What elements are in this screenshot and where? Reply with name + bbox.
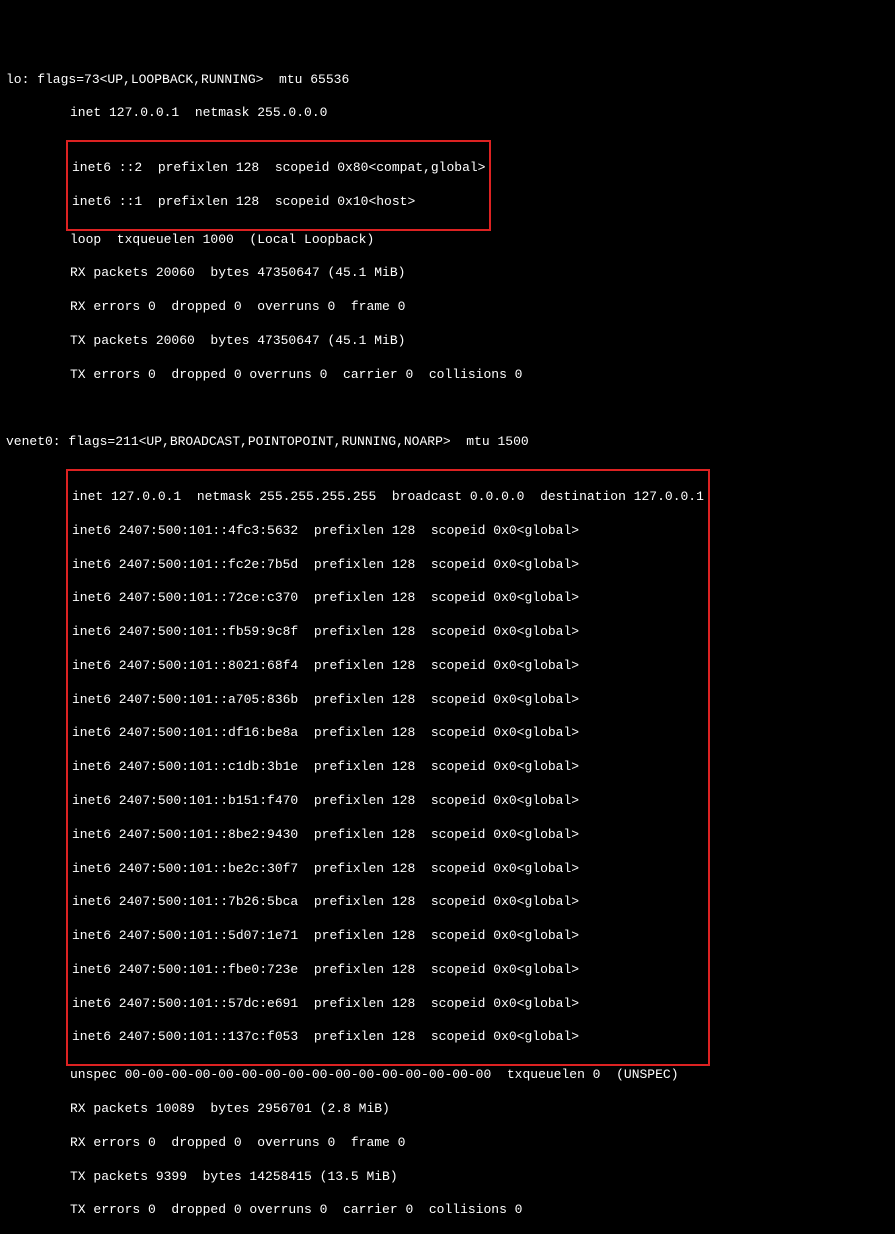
venet0-inet6-line: inet6 2407:500:101::fc2e:7b5d prefixlen … [72, 557, 704, 574]
lo-tx-errors: TX errors 0 dropped 0 overruns 0 carrier… [6, 367, 889, 384]
venet0-inet6-line: inet6 2407:500:101::4fc3:5632 prefixlen … [72, 523, 704, 540]
venet0-inet6-line: inet6 2407:500:101::8be2:9430 prefixlen … [72, 827, 704, 844]
venet0-highlight: inet 127.0.0.1 netmask 255.255.255.255 b… [66, 469, 710, 1066]
venet0-inet6-line: inet6 2407:500:101::8021:68f4 prefixlen … [72, 658, 704, 675]
lo-rx-errors: RX errors 0 dropped 0 overruns 0 frame 0 [6, 299, 889, 316]
lo-header: lo: flags=73<UP,LOOPBACK,RUNNING> mtu 65… [6, 72, 889, 89]
venet0-inet6-line: inet6 2407:500:101::5d07:1e71 prefixlen … [72, 928, 704, 945]
venet0-inet6-line: inet6 2407:500:101::be2c:30f7 prefixlen … [72, 861, 704, 878]
venet0-header: venet0: flags=211<UP,BROADCAST,POINTOPOI… [6, 434, 889, 451]
venet0-inet6-line: inet6 2407:500:101::137c:f053 prefixlen … [72, 1029, 704, 1046]
venet0-inet6-line: inet6 2407:500:101::72ce:c370 prefixlen … [72, 590, 704, 607]
venet0-tx-errors: TX errors 0 dropped 0 overruns 0 carrier… [6, 1202, 889, 1219]
venet0-inet6-line: inet6 2407:500:101::c1db:3b1e prefixlen … [72, 759, 704, 776]
lo-inet6-line: inet6 ::2 prefixlen 128 scopeid 0x80<com… [72, 160, 485, 177]
venet0-inet6-line: inet6 2407:500:101::7b26:5bca prefixlen … [72, 894, 704, 911]
venet0-inet6-line: inet6 2407:500:101::df16:be8a prefixlen … [72, 725, 704, 742]
lo-rx-packets: RX packets 20060 bytes 47350647 (45.1 Mi… [6, 265, 889, 282]
venet0-rx-errors: RX errors 0 dropped 0 overruns 0 frame 0 [6, 1135, 889, 1152]
venet0-unspec: unspec 00-00-00-00-00-00-00-00-00-00-00-… [6, 1067, 889, 1084]
lo-inet6-line: inet6 ::1 prefixlen 128 scopeid 0x10<hos… [72, 194, 485, 211]
lo-inet: inet 127.0.0.1 netmask 255.0.0.0 [6, 105, 889, 122]
venet0-inet6-line: inet6 2407:500:101::fb59:9c8f prefixlen … [72, 624, 704, 641]
venet0-rx-packets: RX packets 10089 bytes 2956701 (2.8 MiB) [6, 1101, 889, 1118]
venet0-inet6-line: inet6 2407:500:101::b151:f470 prefixlen … [72, 793, 704, 810]
venet0-tx-packets: TX packets 9399 bytes 14258415 (13.5 MiB… [6, 1169, 889, 1186]
lo-tx-packets: TX packets 20060 bytes 47350647 (45.1 Mi… [6, 333, 889, 350]
lo-inet6-highlight: inet6 ::2 prefixlen 128 scopeid 0x80<com… [66, 140, 491, 230]
venet0-inet: inet 127.0.0.1 netmask 255.255.255.255 b… [72, 489, 704, 506]
venet0-inet6-line: inet6 2407:500:101::a705:836b prefixlen … [72, 692, 704, 709]
lo-loop: loop txqueuelen 1000 (Local Loopback) [6, 232, 889, 249]
venet0-inet6-line: inet6 2407:500:101::57dc:e691 prefixlen … [72, 996, 704, 1013]
venet0-inet6-line: inet6 2407:500:101::fbe0:723e prefixlen … [72, 962, 704, 979]
